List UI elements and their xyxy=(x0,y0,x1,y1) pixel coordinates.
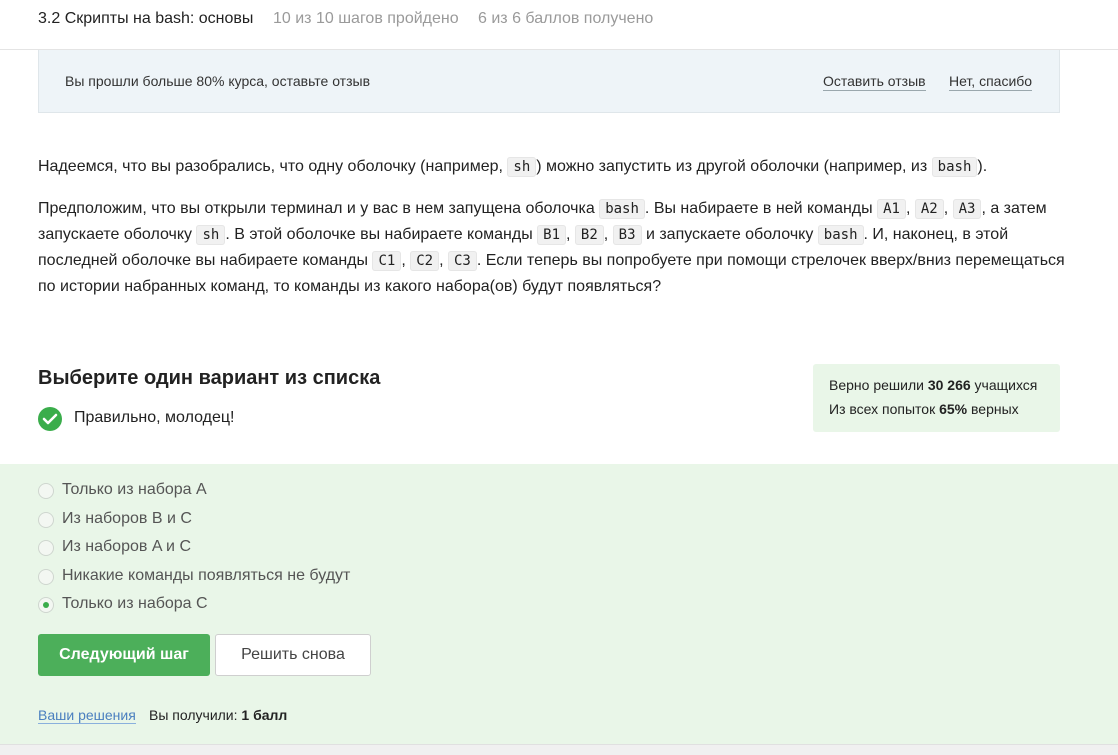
quiz-heading: Выберите один вариант из списка xyxy=(38,367,381,389)
stat-text: верных xyxy=(967,401,1019,417)
success-rate: 65% xyxy=(939,401,968,417)
separator: , xyxy=(566,226,575,243)
code-a1: A1 xyxy=(877,199,906,219)
text-fragment: Надеемся, что вы разобрались, что одну о… xyxy=(38,158,508,175)
lesson-header: 3.2 Скрипты на bash: основы 10 из 10 шаг… xyxy=(0,0,1118,50)
text-fragment: ) можно запустить из другой оболочки (на… xyxy=(536,158,932,175)
step-paragraph-2: Предположим, что вы открыли терминал и у… xyxy=(38,196,1068,300)
code-a2: A2 xyxy=(914,199,944,219)
separator: , xyxy=(943,200,953,217)
radio-button[interactable] xyxy=(38,569,54,585)
bottom-divider xyxy=(0,744,1118,755)
option-label: Из наборов B и C xyxy=(62,510,192,527)
points-progress: 6 из 6 баллов получено xyxy=(478,10,654,27)
option-label: Только из набора A xyxy=(62,481,207,498)
step-paragraph-1: Надеемся, что вы разобрались, что одну о… xyxy=(38,154,1068,180)
code-bash: bash xyxy=(599,199,645,219)
review-banner: Вы прошли больше 80% курса, оставьте отз… xyxy=(38,50,1060,113)
code-c1: C1 xyxy=(372,251,402,271)
your-solutions-link[interactable]: Ваши решения xyxy=(38,707,136,724)
stat-text: Верно решили xyxy=(829,377,928,393)
radio-button[interactable] xyxy=(38,540,54,556)
text-fragment: . Вы набираете в ней команды xyxy=(644,200,878,217)
code-a3: A3 xyxy=(952,199,982,219)
success-rate-line: Из всех попыток 65% верных xyxy=(829,401,1019,417)
code-b1: B1 xyxy=(537,225,566,245)
code-b2: B2 xyxy=(574,225,604,245)
text-fragment: и запускаете оболочку xyxy=(641,226,818,243)
no-thanks-link[interactable]: Нет, спасибо xyxy=(949,73,1033,91)
radio-button[interactable] xyxy=(38,512,54,528)
code-bash: bash xyxy=(931,157,978,177)
stat-text: Из всех попыток xyxy=(829,401,940,417)
solved-count-line: Верно решили 30 266 учащихся xyxy=(829,377,1037,393)
separator: , xyxy=(439,252,448,269)
review-message: Вы прошли больше 80% курса, оставьте отз… xyxy=(65,73,371,89)
score-received: Вы получили: 1 балл xyxy=(149,707,287,723)
radio-button[interactable] xyxy=(38,483,54,499)
code-sh: sh xyxy=(196,225,226,245)
code-c2: C2 xyxy=(410,251,440,271)
option-label: Никакие команды появляться не будут xyxy=(62,567,351,584)
next-step-button[interactable]: Следующий шаг xyxy=(38,634,210,676)
radio-button-selected[interactable] xyxy=(38,597,54,613)
text-fragment: ). xyxy=(977,158,988,175)
steps-progress: 10 из 10 шагов пройдено xyxy=(273,10,459,27)
solve-again-button[interactable]: Решить снова xyxy=(215,634,371,676)
code-bash: bash xyxy=(817,225,864,245)
stat-text: учащихся xyxy=(970,377,1038,393)
check-circle-icon xyxy=(38,407,62,431)
option-label: Только из набора C xyxy=(62,595,208,612)
option-label: Из наборов A и C xyxy=(62,538,191,555)
code-b3: B3 xyxy=(612,225,642,245)
lesson-title: 3.2 Скрипты на bash: основы xyxy=(38,10,254,27)
leave-review-link[interactable]: Оставить отзыв xyxy=(823,73,926,91)
code-c3: C3 xyxy=(447,251,477,271)
text-fragment: Предположим, что вы открыли терминал и у… xyxy=(38,200,600,217)
score-label: Вы получили: xyxy=(149,707,242,723)
score-value: 1 балл xyxy=(241,707,288,723)
text-fragment: . В этой оболочке вы набираете команды xyxy=(225,226,538,243)
separator: , xyxy=(401,252,411,269)
solved-count: 30 266 xyxy=(927,377,971,393)
feedback-text: Правильно, молодец! xyxy=(74,409,235,426)
code-sh: sh xyxy=(507,157,537,177)
stats-box: Верно решили 30 266 учащихся Из всех поп… xyxy=(813,364,1060,432)
separator: , xyxy=(603,226,613,243)
separator: , xyxy=(905,200,915,217)
